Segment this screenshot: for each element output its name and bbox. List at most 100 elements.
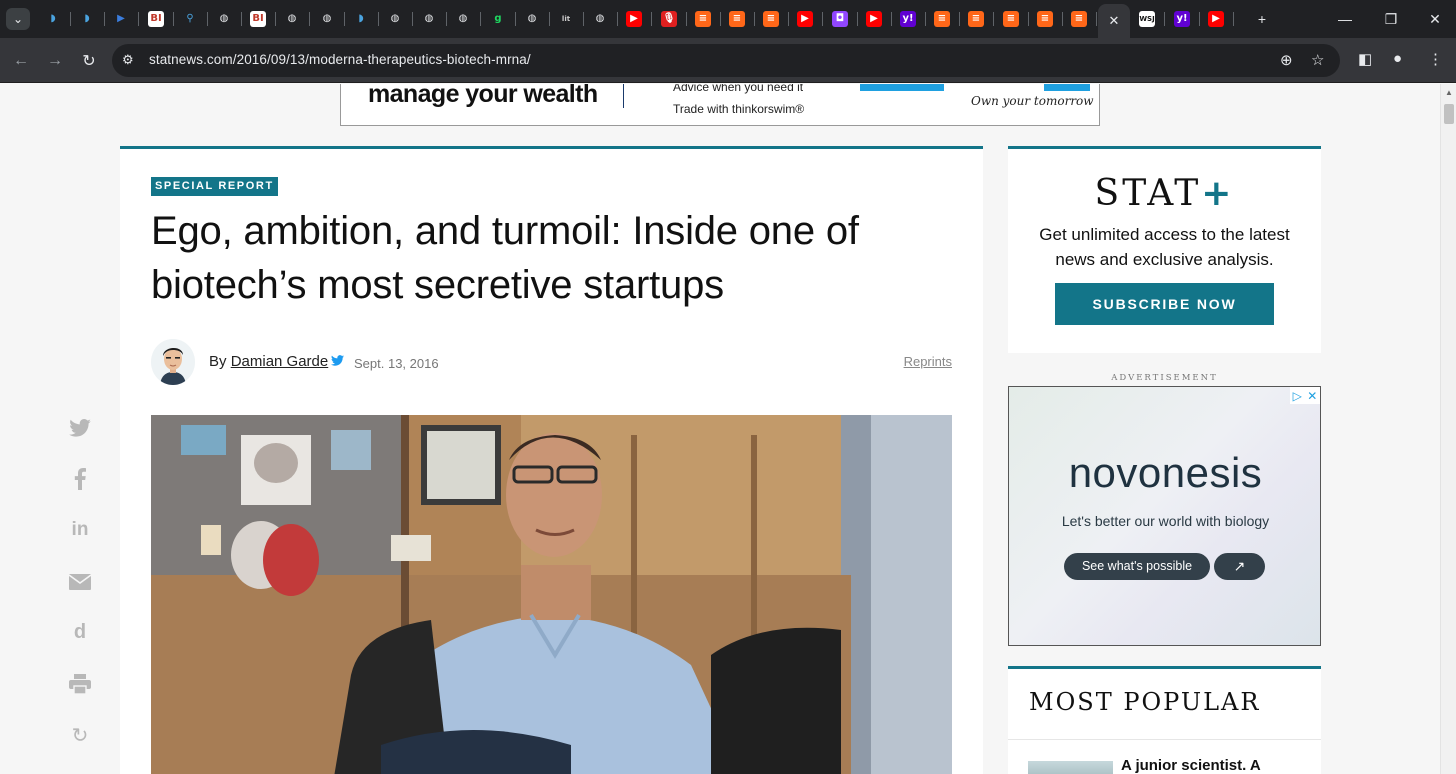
tab[interactable]: ≡	[722, 6, 755, 32]
tab[interactable]: ◍	[448, 6, 481, 32]
ad-cta-button[interactable]: See what's possible	[1064, 553, 1210, 580]
menu-kebab-icon[interactable]: ⋮	[1428, 50, 1443, 68]
tab[interactable]: ◍	[277, 6, 310, 32]
tab[interactable]: ▶	[790, 6, 823, 32]
tab[interactable]: y!	[893, 6, 926, 32]
tab[interactable]: ≡	[961, 6, 994, 32]
tab[interactable]: ≡	[996, 6, 1029, 32]
scrollbar-thumb[interactable]	[1444, 104, 1454, 124]
email-share-icon[interactable]	[66, 568, 94, 596]
forward-button[interactable]: →	[43, 49, 67, 73]
popular-thumbnail[interactable]	[1028, 761, 1113, 774]
reprints-link[interactable]: Reprints	[904, 354, 952, 369]
tab[interactable]: ◗	[346, 6, 379, 32]
tab[interactable]: BI	[243, 6, 276, 32]
author-link[interactable]: Damian Garde	[231, 353, 329, 370]
tab[interactable]: BI	[141, 6, 174, 32]
tab-separator	[309, 12, 310, 26]
byline-by: By	[209, 353, 231, 370]
arrow-right-icon: →	[47, 52, 63, 69]
popular-item-title[interactable]: A junior scientist. A	[1121, 757, 1261, 774]
banner-ad[interactable]: manage your wealth Advice when you need …	[340, 84, 1100, 126]
print-icon[interactable]	[66, 670, 94, 698]
twitter-icon[interactable]	[331, 355, 345, 369]
tab[interactable]: lit	[551, 6, 584, 32]
tab[interactable]: ▶	[1201, 6, 1234, 32]
tab[interactable]: ◍	[414, 6, 447, 32]
author-avatar[interactable]	[151, 339, 195, 385]
zoom-icon[interactable]: ⊕	[1280, 51, 1293, 69]
tab[interactable]: y!	[1167, 6, 1200, 32]
adchoices-icon[interactable]: ▷ ✕	[1290, 387, 1320, 404]
twitter-share-icon[interactable]	[66, 414, 94, 442]
facebook-share-icon[interactable]	[66, 465, 94, 493]
close-window-button[interactable]: ✕	[1420, 6, 1450, 32]
close-icon: ✕	[1429, 10, 1441, 27]
tab[interactable]: ◘	[825, 6, 858, 32]
substack-favicon: ≡	[729, 11, 745, 27]
special-report-badge[interactable]: SPECIAL REPORT	[151, 177, 278, 196]
reload-button[interactable]: ↻	[77, 49, 101, 73]
tab[interactable]: ◍	[517, 6, 550, 32]
tab-separator	[241, 12, 242, 26]
url-text[interactable]: statnews.com/2016/09/13/moderna-therapeu…	[149, 52, 531, 67]
banner-ad-cta-secondary[interactable]	[1044, 84, 1090, 91]
tab[interactable]: ◗	[72, 6, 105, 32]
tab-separator	[754, 12, 755, 26]
scroll-up-arrow-icon[interactable]: ▲	[1445, 88, 1453, 97]
globe-favicon: ◍	[284, 11, 300, 27]
subscribe-button[interactable]: SUBSCRIBE NOW	[1055, 283, 1274, 325]
tab[interactable]: ≡	[1064, 6, 1097, 32]
tab-separator	[617, 12, 618, 26]
bookmark-star-icon[interactable]: ☆	[1311, 51, 1324, 69]
tab[interactable]: ▶	[106, 6, 139, 32]
tab[interactable]: ≡	[756, 6, 789, 32]
tab[interactable]: ◍	[312, 6, 345, 32]
tab-separator	[1062, 12, 1063, 26]
bi-favicon: BI	[148, 11, 164, 27]
tab[interactable]: g	[483, 6, 516, 32]
tab[interactable]: ⚲	[175, 6, 208, 32]
site-info-icon[interactable]: ⚙	[122, 52, 134, 68]
tab[interactable]: ◍	[209, 6, 242, 32]
minimize-icon: —	[1338, 11, 1352, 27]
tab[interactable]: ▶	[859, 6, 892, 32]
tab[interactable]: ▶	[619, 6, 652, 32]
tab[interactable]: WSJ	[1132, 6, 1165, 32]
tab[interactable]: ◍	[585, 6, 618, 32]
tab-search-menu-button[interactable]: ⌄	[6, 8, 30, 30]
restore-button[interactable]: ❐	[1376, 6, 1406, 32]
tab[interactable]: 🎙	[654, 6, 687, 32]
tab[interactable]: ◍	[380, 6, 413, 32]
toolbar: ← → ↻ ⚙ statnews.com/2016/09/13/moderna-…	[0, 38, 1456, 83]
new-tab-button[interactable]: +	[1247, 6, 1277, 32]
tab-strip: ⌄ ◗ ◗ ▶ BI ⚲ ◍ BI ◍ ◍ ◗ ◍ ◍ ◍ g ◍ lit ◍ ▶ 🎙 ≡ ≡ ≡ ▶ ◘ ▶ y! ≡ ≡ ≡ ≡ ≡ ✕ W…	[0, 0, 1456, 38]
address-bar[interactable]: ⚙ statnews.com/2016/09/13/moderna-therap…	[112, 44, 1340, 77]
republish-icon[interactable]: ↻	[66, 721, 94, 749]
play-triangle-icon: ▷	[1292, 388, 1302, 403]
back-button[interactable]: ←	[9, 49, 33, 73]
arrow-up-right-icon[interactable]: ↗	[1214, 553, 1265, 580]
close-icon[interactable]: ✕	[1106, 13, 1122, 29]
profile-icon[interactable]: ●	[1393, 50, 1402, 67]
stat-logo-text: STAT	[1094, 173, 1202, 214]
tab-active[interactable]: ✕	[1098, 4, 1130, 38]
side-panel-icon[interactable]: ◧	[1358, 50, 1372, 68]
tab-separator	[446, 12, 447, 26]
vertical-scrollbar[interactable]: ▲	[1440, 84, 1456, 774]
tab-separator	[583, 12, 584, 26]
tab[interactable]: ≡	[1030, 6, 1063, 32]
tab[interactable]: ≡	[927, 6, 960, 32]
drudge-share-icon[interactable]: d	[66, 618, 94, 646]
banner-ad-line1: Advice when you need it	[673, 84, 804, 94]
tab[interactable]: ◗	[38, 6, 71, 32]
tab-separator	[1096, 12, 1097, 26]
close-icon[interactable]: ✕	[1307, 389, 1317, 403]
substack-favicon: ≡	[968, 11, 984, 27]
linkedin-share-icon[interactable]: in	[66, 516, 94, 544]
tab[interactable]: ≡	[688, 6, 721, 32]
minimize-button[interactable]: —	[1330, 6, 1360, 32]
sidebar-ad[interactable]: ▷ ✕ novonesis Let's better our world with…	[1008, 386, 1321, 646]
podcast-favicon: 🎙	[661, 11, 677, 27]
banner-ad-cta[interactable]	[860, 84, 944, 91]
